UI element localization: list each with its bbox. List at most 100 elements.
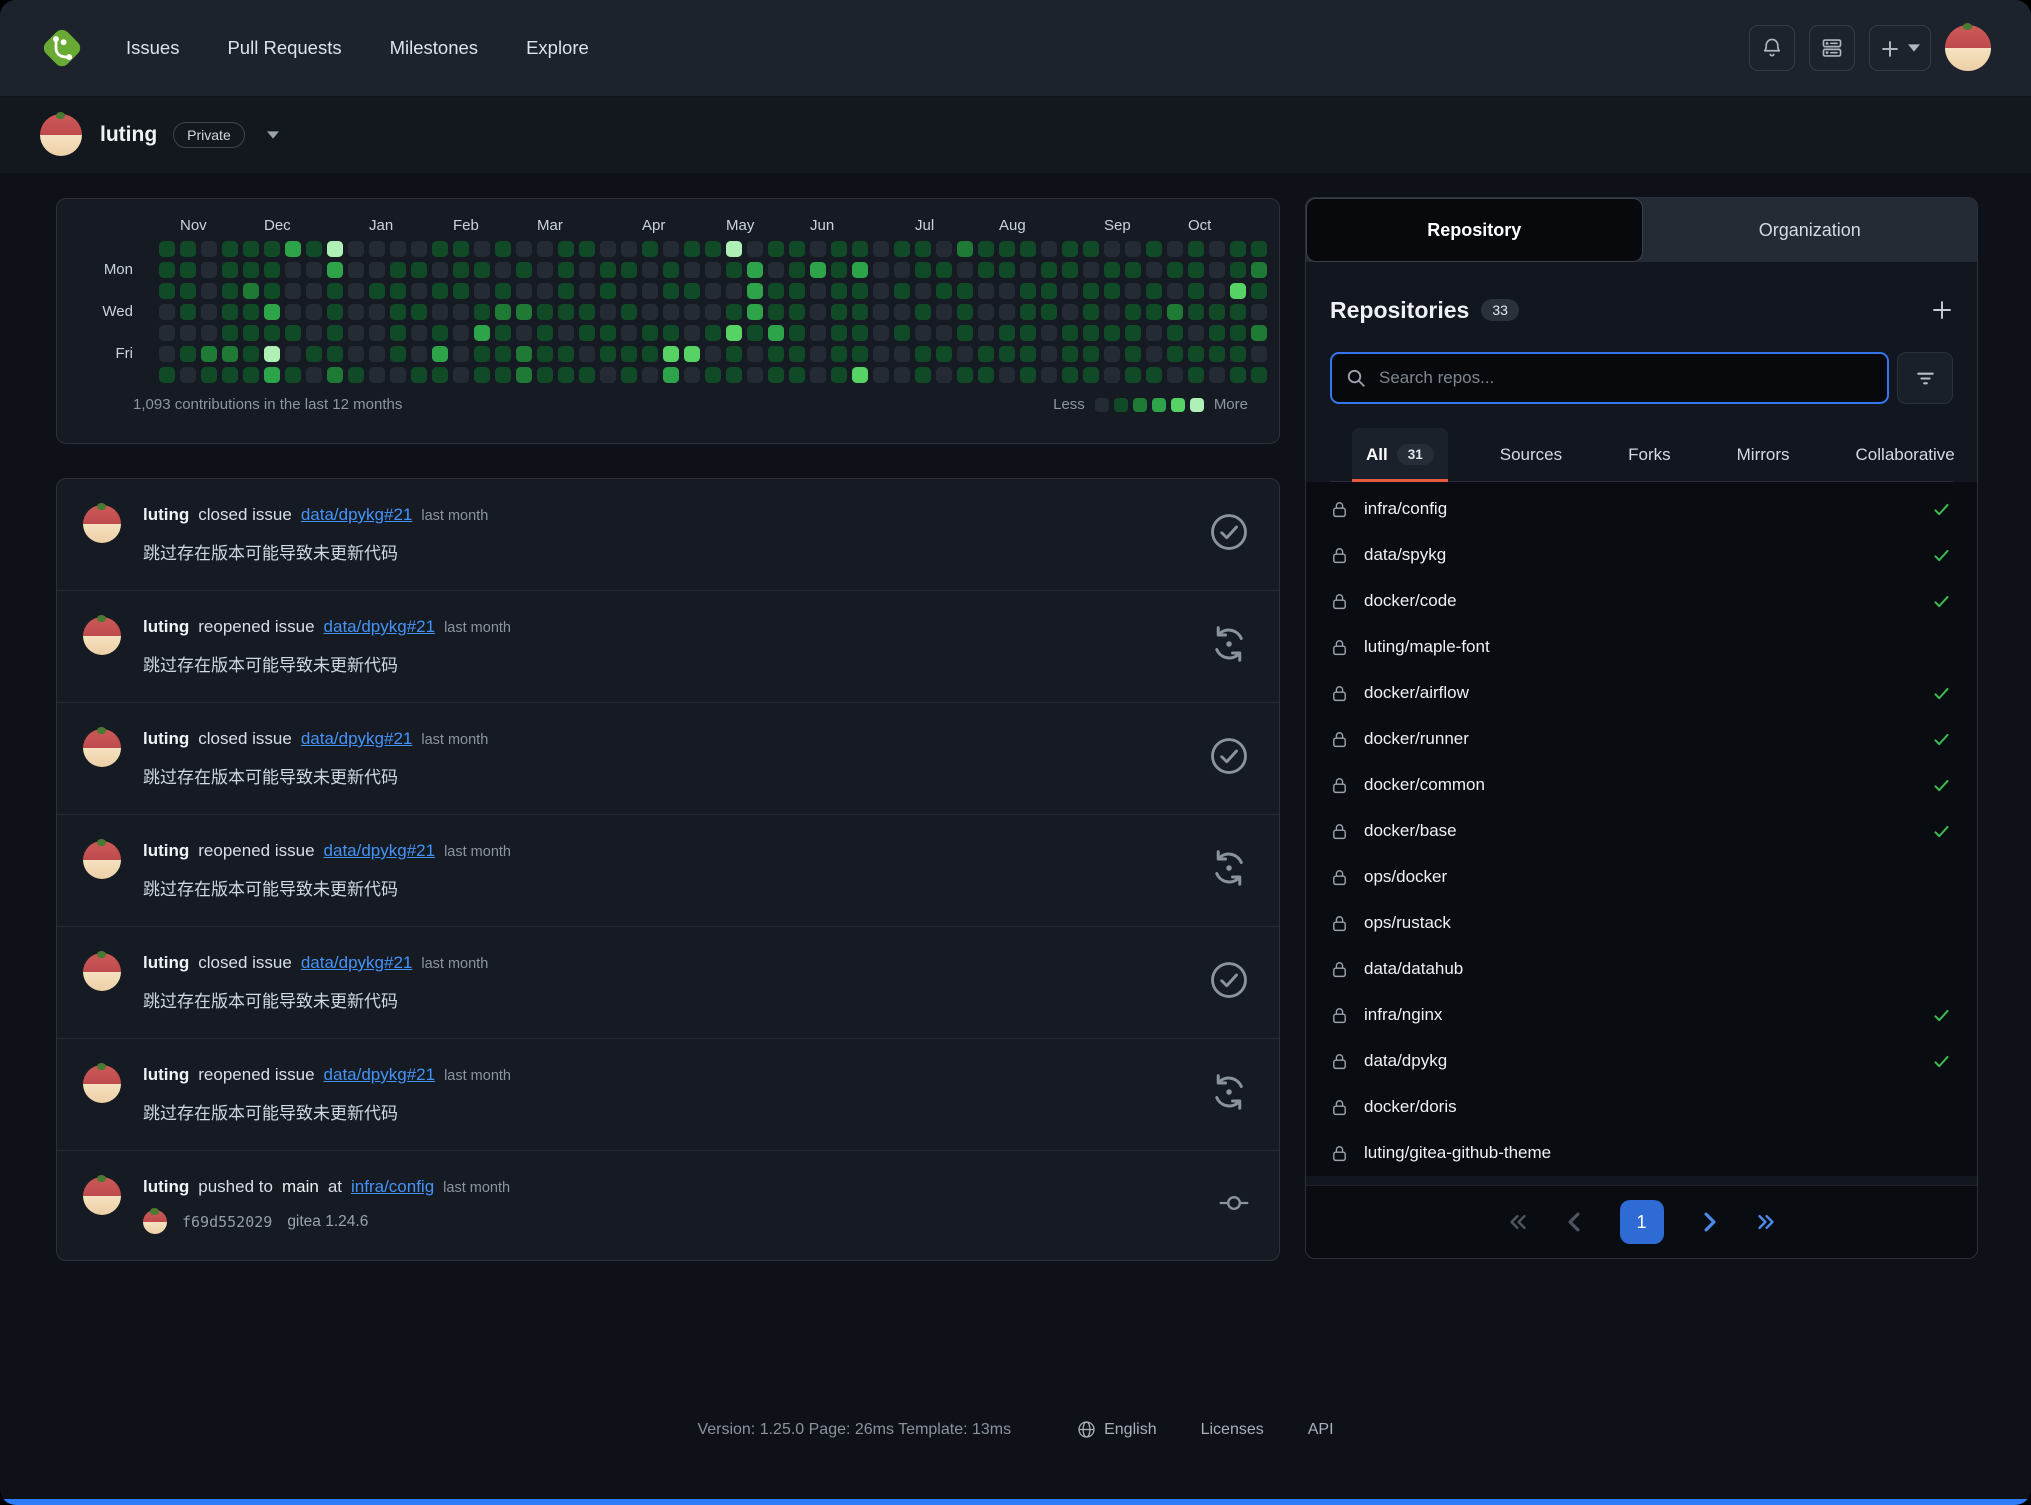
feed-actor-link[interactable]: luting <box>143 729 189 749</box>
repo-row[interactable]: docker/airflow <box>1306 670 1977 716</box>
pagination-last-button[interactable] <box>1756 1211 1776 1233</box>
pagination-prev-button[interactable] <box>1564 1211 1584 1233</box>
repo-row[interactable]: docker/base <box>1306 808 1977 854</box>
pagination-current-page[interactable]: 1 <box>1620 1200 1664 1244</box>
create-new-button[interactable] <box>1869 25 1931 71</box>
heatmap-cell <box>180 262 196 278</box>
heatmap-cell <box>1020 367 1036 383</box>
legend-swatch <box>1095 398 1109 412</box>
panel-tab-organization[interactable]: Organization <box>1643 198 1978 262</box>
feed-branch-name[interactable]: main <box>282 1177 319 1197</box>
admin-panel-button[interactable] <box>1809 25 1855 71</box>
heatmap-cell <box>1125 325 1141 341</box>
feed-actor-link[interactable]: luting <box>143 841 189 861</box>
feed-actor-link[interactable]: luting <box>143 505 189 525</box>
filter-tab-sources[interactable]: Sources <box>1486 428 1576 481</box>
feed-target-link[interactable]: data/dpykg#21 <box>324 617 436 637</box>
feed-target-link[interactable]: data/dpykg#21 <box>324 1065 436 1085</box>
feed-actor-link[interactable]: luting <box>143 617 189 637</box>
repo-row[interactable]: data/dpykg <box>1306 1038 1977 1084</box>
gitea-logo-icon[interactable] <box>38 24 86 72</box>
filter-tab-mirrors[interactable]: Mirrors <box>1723 428 1804 481</box>
feed-actor-avatar[interactable] <box>83 505 121 543</box>
filter-tab-label: All <box>1366 445 1388 465</box>
repo-row[interactable]: docker/code <box>1306 578 1977 624</box>
feed-timestamp: last month <box>421 732 488 748</box>
new-repository-button[interactable] <box>1931 299 1953 321</box>
feed-target-link[interactable]: data/dpykg#21 <box>324 841 436 861</box>
pagination-first-button[interactable] <box>1508 1211 1528 1233</box>
heatmap-cell <box>894 262 910 278</box>
nav-item-milestones[interactable]: Milestones <box>390 37 478 59</box>
heatmap-cell <box>411 325 427 341</box>
feed-target-link[interactable]: data/dpykg#21 <box>301 505 413 525</box>
feed-actor-link[interactable]: luting <box>143 1065 189 1085</box>
feed-target-link[interactable]: infra/config <box>351 1177 434 1197</box>
profile-avatar[interactable] <box>40 114 82 156</box>
heatmap-cell <box>999 304 1015 320</box>
filter-tab-forks[interactable]: Forks <box>1614 428 1685 481</box>
panel-segmented-tabs: RepositoryOrganization <box>1306 198 1977 262</box>
repo-row[interactable]: luting/gitea-github-theme <box>1306 1130 1977 1176</box>
profile-dropdown-icon[interactable] <box>267 131 279 139</box>
feed-actor-avatar[interactable] <box>83 1177 121 1215</box>
heatmap-cell <box>1020 325 1036 341</box>
repo-row[interactable]: docker/runner <box>1306 716 1977 762</box>
filter-tab-all[interactable]: All31 <box>1352 428 1448 481</box>
heatmap-cell <box>726 346 742 362</box>
footer-link-label: English <box>1104 1421 1156 1439</box>
heatmap-cell <box>768 304 784 320</box>
feed-actor-avatar[interactable] <box>83 1065 121 1103</box>
nav-item-issues[interactable]: Issues <box>126 37 179 59</box>
repo-filter-button[interactable] <box>1897 352 1953 404</box>
heatmap-cell <box>1146 346 1162 362</box>
heatmap-cell <box>810 367 826 383</box>
footer-link-api[interactable]: API <box>1308 1421 1334 1439</box>
heatmap-cell <box>810 346 826 362</box>
panel-tab-repository[interactable]: Repository <box>1306 198 1643 262</box>
commit-hash-link[interactable]: f69d552029 <box>182 1213 272 1231</box>
issue-reopened-icon <box>1209 624 1249 669</box>
feed-actor-avatar[interactable] <box>83 953 121 991</box>
heatmap-cell <box>978 346 994 362</box>
heatmap-cell <box>1083 283 1099 299</box>
heatmap-cell <box>159 262 175 278</box>
feed-target-link[interactable]: data/dpykg#21 <box>301 729 413 749</box>
repo-row[interactable]: data/datahub <box>1306 946 1977 992</box>
heatmap-cell <box>852 283 868 299</box>
footer-link-licenses[interactable]: Licenses <box>1201 1421 1264 1439</box>
feed-actor-link[interactable]: luting <box>143 953 189 973</box>
filter-tab-collaborative[interactable]: Collaborative <box>1842 428 1969 481</box>
pagination-next-button[interactable] <box>1700 1211 1720 1233</box>
feed-actor-link[interactable]: luting <box>143 1177 189 1197</box>
notifications-button[interactable] <box>1749 25 1795 71</box>
feed-target-link[interactable]: data/dpykg#21 <box>301 953 413 973</box>
repositories-panel: RepositoryOrganization Repositories 33 <box>1305 197 1978 1259</box>
repo-row[interactable]: docker/doris <box>1306 1084 1977 1130</box>
feed-actor-avatar[interactable] <box>83 841 121 879</box>
heatmap-cell <box>390 325 406 341</box>
heatmap-cell <box>663 367 679 383</box>
repo-search-input[interactable] <box>1377 367 1873 389</box>
feed-actor-avatar[interactable] <box>83 617 121 655</box>
heatmap-cell <box>873 367 889 383</box>
footer-link-english[interactable]: English <box>1077 1420 1156 1439</box>
repo-row[interactable]: data/spykg <box>1306 532 1977 578</box>
heatmap-cell <box>558 325 574 341</box>
feed-actor-avatar[interactable] <box>83 729 121 767</box>
repo-row[interactable]: infra/config <box>1306 486 1977 532</box>
repo-row[interactable]: infra/nginx <box>1306 992 1977 1038</box>
repo-row[interactable]: ops/rustack <box>1306 900 1977 946</box>
commit-author-avatar[interactable] <box>143 1210 167 1234</box>
heatmap-cell <box>831 304 847 320</box>
heatmap-cell <box>684 304 700 320</box>
heatmap-cell <box>1167 325 1183 341</box>
nav-item-pull-requests[interactable]: Pull Requests <box>227 37 341 59</box>
heatmap-cell <box>264 325 280 341</box>
repo-row[interactable]: ops/docker <box>1306 854 1977 900</box>
repo-row[interactable]: docker/common <box>1306 762 1977 808</box>
heatmap-cell <box>1251 325 1267 341</box>
repo-row[interactable]: luting/maple-font <box>1306 624 1977 670</box>
nav-item-explore[interactable]: Explore <box>526 37 589 59</box>
user-avatar[interactable] <box>1945 25 1991 71</box>
